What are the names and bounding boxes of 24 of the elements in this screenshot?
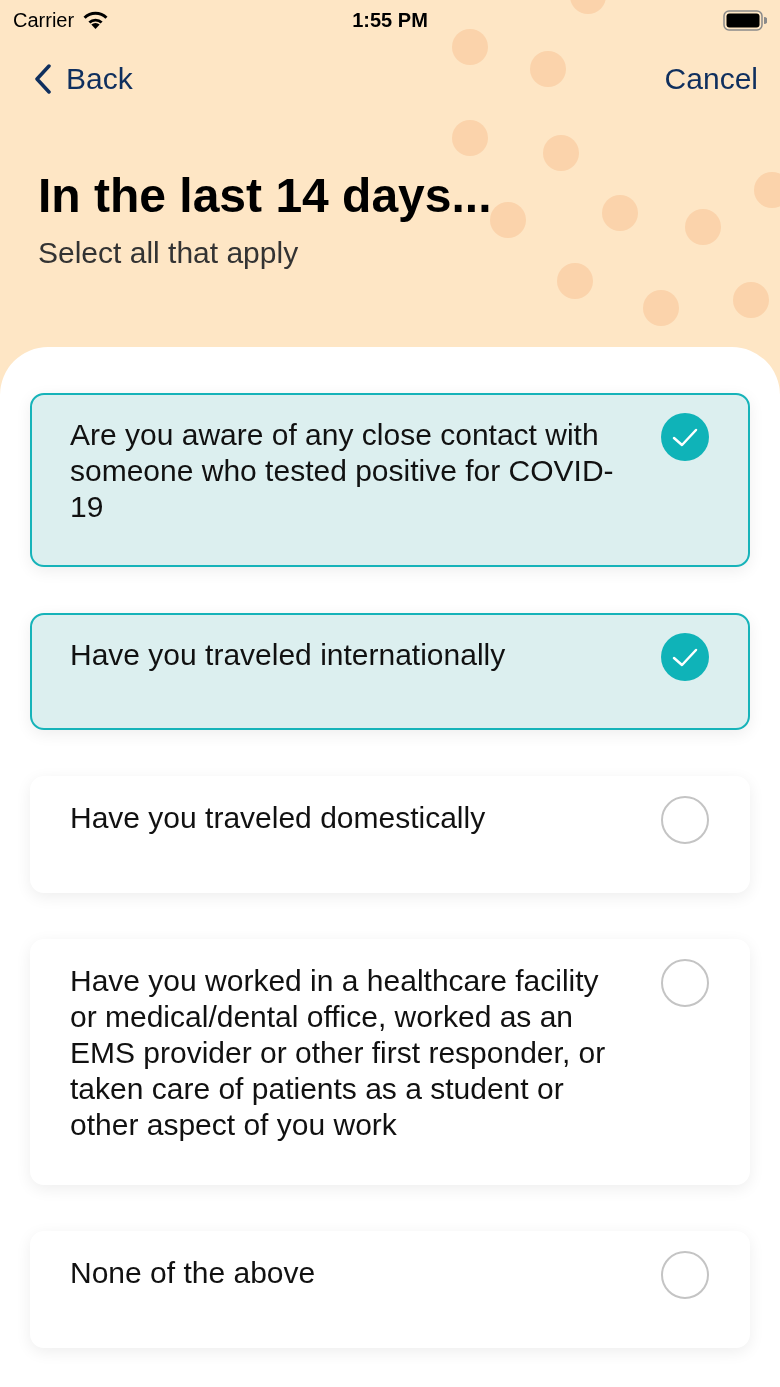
page-title: In the last 14 days...: [38, 168, 492, 224]
option-card[interactable]: Have you traveled internationally: [30, 613, 750, 730]
decorative-dot: [685, 209, 721, 245]
decorative-dot: [452, 29, 488, 65]
option-card[interactable]: None of the above: [30, 1231, 750, 1348]
wifi-icon: [82, 10, 110, 30]
decorative-dot: [452, 120, 488, 156]
decorative-dot: [643, 290, 679, 326]
decorative-dot: [530, 51, 566, 87]
clock-time: 1:55 PM: [352, 8, 428, 32]
battery-icon: [723, 9, 767, 31]
decorative-dot: [733, 282, 769, 318]
option-card[interactable]: Have you traveled domestically: [30, 776, 750, 893]
decorative-dot: [602, 195, 638, 231]
chevron-left-icon: [34, 64, 52, 94]
option-card[interactable]: Have you worked in a healthcare facility or medical/dental office, worked as an EMS provider or other first responder, or taken care of patients as a student or other aspect of you work: [30, 939, 750, 1185]
decorative-dot: [490, 202, 526, 238]
cancel-button[interactable]: Cancel: [664, 61, 758, 97]
carrier-label: Carrier: [13, 8, 75, 32]
option-card[interactable]: Are you aware of any close contact with someone who tested positive for COVID-19: [30, 393, 750, 567]
decorative-dot: [557, 263, 593, 299]
page-subtitle: Select all that apply: [38, 235, 299, 271]
decorative-dot: [543, 135, 579, 171]
back-button[interactable]: Back: [34, 61, 133, 97]
